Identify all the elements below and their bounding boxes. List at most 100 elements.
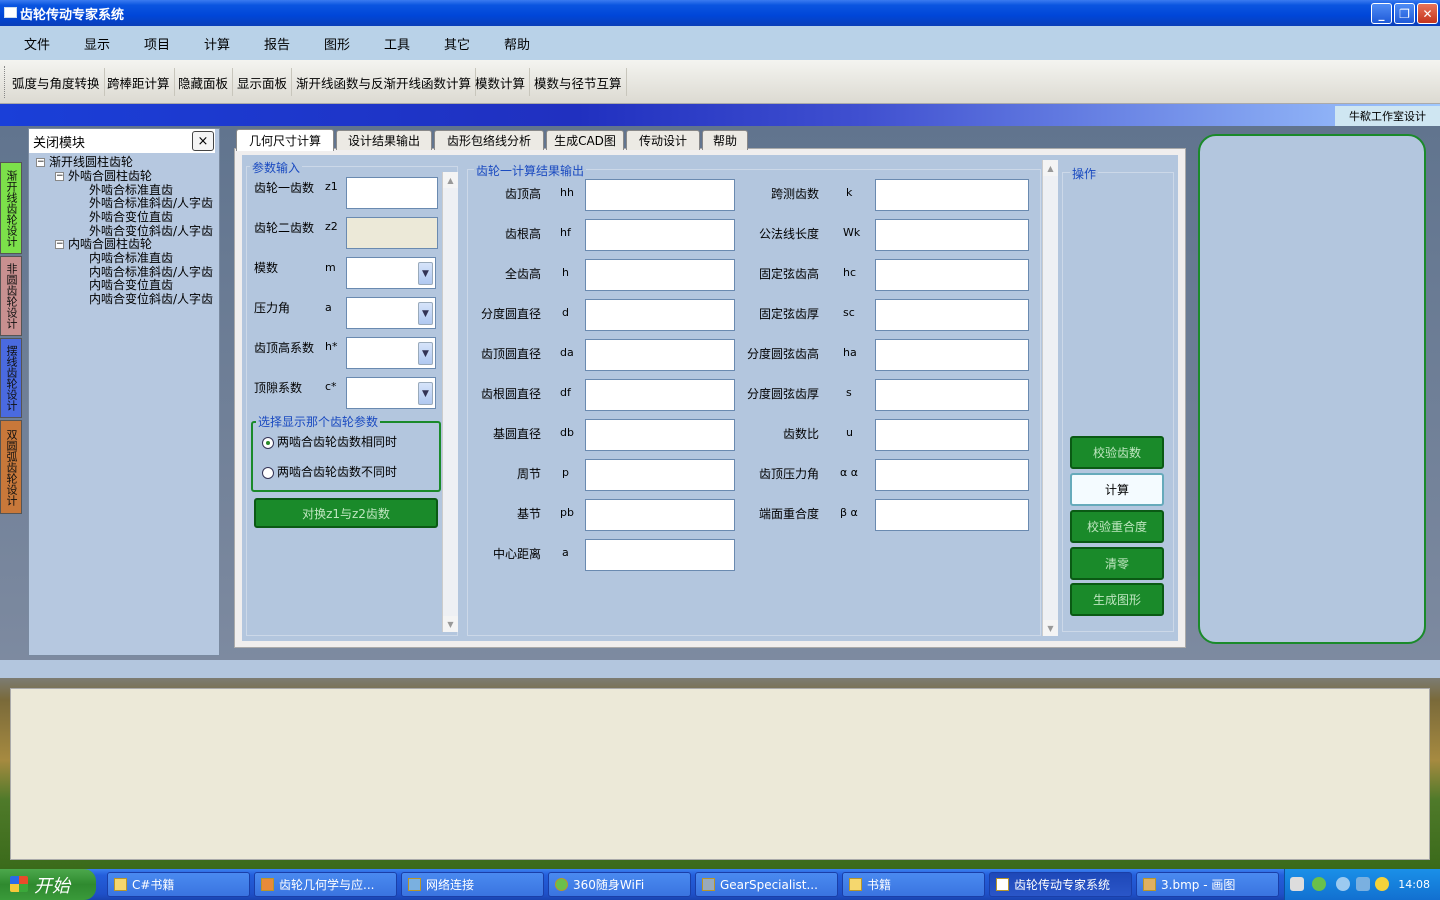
plus-icon[interactable] — [1375, 877, 1389, 891]
result-d-field[interactable] — [585, 299, 735, 331]
result-db-field[interactable] — [585, 419, 735, 451]
result-h-field[interactable] — [585, 259, 735, 291]
tree-group-internal[interactable]: − 内啮合圆柱齿轮 — [55, 238, 152, 251]
scroll-up-icon[interactable]: ▲ — [1043, 160, 1058, 176]
tool-involute[interactable]: 渐开线函数与反渐开线函数计算 — [292, 68, 477, 96]
pressure-angle-select[interactable]: ▼ — [346, 297, 436, 329]
result-da-field[interactable] — [585, 339, 735, 371]
calculate-button[interactable]: 计算 — [1070, 473, 1164, 506]
chevron-down-icon[interactable]: ▼ — [418, 262, 433, 285]
menu-help[interactable]: 帮助 — [494, 34, 540, 53]
task-paint[interactable]: 3.bmp - 画图 — [1136, 872, 1279, 897]
keyboard-icon[interactable] — [1290, 877, 1304, 891]
result-s-field[interactable] — [875, 379, 1029, 411]
minimize-button[interactable]: _ — [1371, 3, 1392, 24]
radio-selected-icon[interactable] — [262, 436, 274, 449]
swap-z1-z2-button[interactable]: 对换z1与z2齿数 — [254, 498, 438, 528]
result-pb-field[interactable] — [585, 499, 735, 531]
toolbar-grip[interactable] — [4, 66, 7, 98]
tab-output[interactable]: 设计结果输出 — [336, 130, 432, 150]
tool-module-pitch[interactable]: 模数与径节互算 — [530, 68, 627, 96]
task-gearspecialist[interactable]: GearSpecialist... — [695, 872, 838, 897]
clear-button[interactable]: 清零 — [1070, 547, 1164, 580]
close-button[interactable]: ✕ — [1417, 3, 1438, 24]
task-network[interactable]: 网络连接 — [401, 872, 544, 897]
addendum-coef-select[interactable]: ▼ — [346, 337, 436, 369]
tool-over-pins[interactable]: 跨棒距计算 — [103, 68, 175, 96]
scroll-down-icon[interactable]: ▼ — [443, 616, 458, 632]
tree-group-external[interactable]: − 外啮合圆柱齿轮 — [55, 170, 152, 183]
tree-item[interactable]: 内啮合变位直齿 — [89, 279, 173, 292]
menu-calc[interactable]: 计算 — [194, 34, 240, 53]
menu-file[interactable]: 文件 — [14, 34, 60, 53]
clock[interactable]: 14:08 — [1398, 878, 1430, 891]
scroll-down-icon[interactable]: ▼ — [1043, 620, 1058, 636]
tool-rad-deg[interactable]: 弧度与角度转换 — [8, 68, 105, 96]
task-gear-expert[interactable]: 齿轮传动专家系统 — [989, 872, 1132, 897]
collapse-icon[interactable]: − — [55, 172, 64, 181]
result-hc-field[interactable] — [875, 259, 1029, 291]
radio-different[interactable]: 两啮合齿轮齿数不同时 — [262, 463, 397, 480]
z1-input[interactable] — [346, 177, 438, 209]
task-books[interactable]: 书籍 — [842, 872, 985, 897]
results-scrollbar[interactable]: ▲ ▼ — [1042, 160, 1058, 636]
check-teeth-button[interactable]: 校验齿数 — [1070, 436, 1164, 469]
result-u-field[interactable] — [875, 419, 1029, 451]
radio-same[interactable]: 两啮合齿轮齿数相同时 — [262, 433, 397, 450]
chevron-down-icon[interactable]: ▼ — [418, 342, 433, 365]
tree-item[interactable]: 内啮合标准直齿 — [89, 252, 173, 265]
tree-item[interactable]: 外啮合标准斜齿/人字齿 — [89, 197, 213, 210]
menu-graphics[interactable]: 图形 — [314, 34, 360, 53]
collapse-icon[interactable]: − — [55, 240, 64, 249]
tree-item[interactable]: 外啮合变位直齿 — [89, 211, 173, 224]
menu-report[interactable]: 报告 — [254, 34, 300, 53]
side-tab-noncircular[interactable]: 非圆齿轮设计 — [0, 256, 22, 336]
task-360wifi[interactable]: 360随身WiFi — [548, 872, 691, 897]
network-tray-icon[interactable] — [1356, 877, 1370, 891]
tree-root[interactable]: − 渐开线圆柱齿轮 — [36, 156, 133, 169]
menu-tools[interactable]: 工具 — [374, 34, 420, 53]
maximize-button[interactable]: ❐ — [1394, 3, 1415, 24]
result-ha-field[interactable] — [875, 339, 1029, 371]
scroll-up-icon[interactable]: ▲ — [443, 172, 458, 188]
task-gear-geometry[interactable]: 齿轮几何学与应... — [254, 872, 397, 897]
result-hh-field[interactable] — [585, 179, 735, 211]
module-close-button[interactable]: × — [192, 131, 214, 151]
tab-cad[interactable]: 生成CAD图 — [546, 130, 624, 150]
wifi-tray-icon[interactable] — [1312, 877, 1326, 891]
tab-help[interactable]: 帮助 — [702, 130, 748, 150]
result-hf-field[interactable] — [585, 219, 735, 251]
result-df-field[interactable] — [585, 379, 735, 411]
params-scrollbar[interactable]: ▲ ▼ — [442, 172, 458, 632]
menu-project[interactable]: 项目 — [134, 34, 180, 53]
side-tab-involute[interactable]: 渐开线齿轮设计 — [0, 162, 22, 254]
task-csharp-books[interactable]: C#书籍 — [107, 872, 250, 897]
result-k-field[interactable] — [875, 179, 1029, 211]
radio-icon[interactable] — [262, 466, 274, 479]
module-select[interactable]: ▼ — [346, 257, 436, 289]
result-p-field[interactable] — [585, 459, 735, 491]
tab-envelope[interactable]: 齿形包络线分析 — [434, 130, 544, 150]
tool-show-panel[interactable]: 显示面板 — [233, 68, 293, 96]
menu-other[interactable]: 其它 — [434, 34, 480, 53]
chevron-down-icon[interactable]: ▼ — [418, 302, 433, 325]
clearance-coef-select[interactable]: ▼ — [346, 377, 436, 409]
collapse-icon[interactable]: − — [36, 158, 45, 167]
tree-item[interactable]: 内啮合变位斜齿/人字齿 — [89, 293, 213, 306]
result-contact-ratio-field[interactable] — [875, 499, 1029, 531]
side-tab-cycloid[interactable]: 摆线齿轮设计 — [0, 338, 22, 418]
check-contact-ratio-button[interactable]: 校验重合度 — [1070, 510, 1164, 543]
tool-module[interactable]: 模数计算 — [471, 68, 531, 96]
tab-geometry[interactable]: 几何尺寸计算 — [236, 129, 334, 151]
side-tab-double-arc[interactable]: 双圆弧齿轮设计 — [0, 420, 22, 514]
tool-hide-panel[interactable]: 隐藏面板 — [174, 68, 234, 96]
tab-transmission[interactable]: 传动设计 — [626, 130, 700, 150]
result-a-field[interactable] — [585, 539, 735, 571]
arrow-left-icon[interactable] — [1336, 877, 1350, 891]
result-wk-field[interactable] — [875, 219, 1029, 251]
result-alpha-field[interactable] — [875, 459, 1029, 491]
result-sc-field[interactable] — [875, 299, 1029, 331]
chevron-down-icon[interactable]: ▼ — [418, 382, 433, 405]
menu-view[interactable]: 显示 — [74, 34, 120, 53]
generate-graphics-button[interactable]: 生成图形 — [1070, 583, 1164, 616]
